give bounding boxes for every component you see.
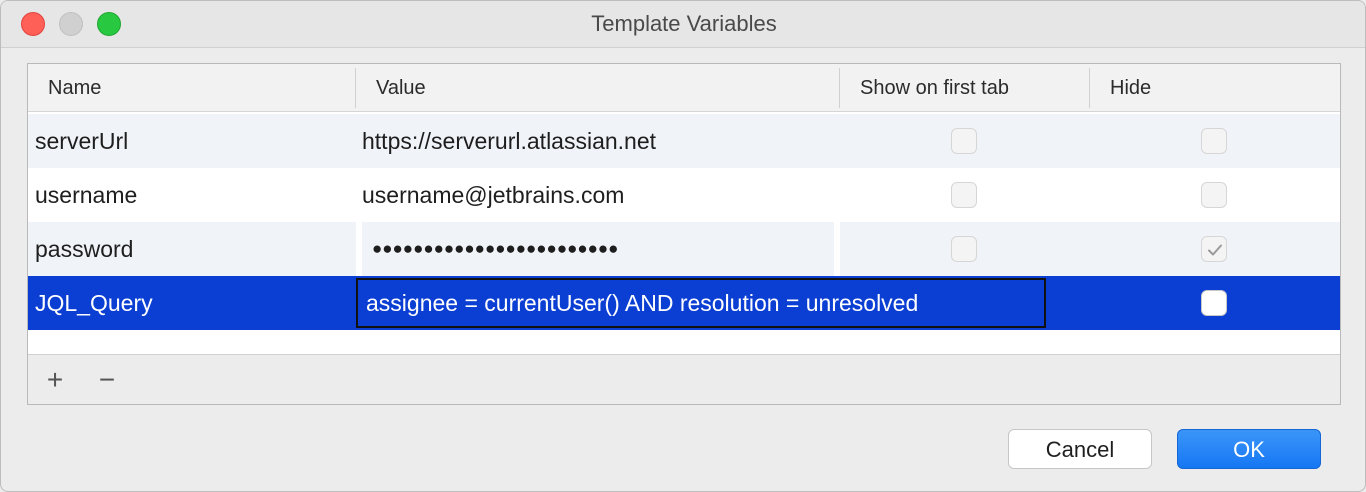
title-bar: Template Variables <box>1 1 1365 48</box>
ok-button[interactable]: OK <box>1177 429 1321 469</box>
variable-name[interactable]: JQL_Query <box>35 276 153 330</box>
variable-name[interactable]: serverUrl <box>35 114 128 168</box>
column-header-show-on-first-tab[interactable]: Show on first tab <box>840 64 1090 112</box>
show-on-first-tab-checkbox[interactable] <box>951 236 977 262</box>
show-on-first-tab-checkbox[interactable] <box>951 128 977 154</box>
template-variables-dialog: Template Variables Name Value Show on fi… <box>0 0 1366 492</box>
remove-icon[interactable]: − <box>90 355 124 405</box>
hide-checkbox[interactable] <box>1201 290 1227 316</box>
table-row-selected[interactable]: JQL_Query assignee = currentUser() AND r… <box>28 276 1340 330</box>
column-header-hide[interactable]: Hide <box>1090 64 1340 112</box>
add-icon[interactable]: + <box>38 355 72 405</box>
column-header-value[interactable]: Value <box>356 64 840 112</box>
variables-table: Name Value Show on first tab Hide server… <box>27 63 1341 405</box>
password-value[interactable]: ●●●●●●●●●●●●●●●●●●●●●●●● <box>372 222 618 276</box>
variable-name[interactable]: password <box>35 222 133 276</box>
table-toolbar: + − <box>28 354 1340 404</box>
checkmark-icon <box>1208 244 1222 256</box>
show-on-first-tab-checkbox[interactable] <box>951 182 977 208</box>
variable-name[interactable]: username <box>35 168 137 222</box>
table-row[interactable]: serverUrl https://serverurl.atlassian.ne… <box>28 114 1340 168</box>
hide-checkbox[interactable] <box>1201 128 1227 154</box>
variable-value[interactable]: username@jetbrains.com <box>362 168 624 222</box>
hide-checkbox[interactable] <box>1201 182 1227 208</box>
row-background <box>840 222 1340 276</box>
hide-checkbox-checked[interactable] <box>1201 236 1227 262</box>
value-cell-editor[interactable]: assignee = currentUser() AND resolution … <box>356 278 1046 328</box>
cancel-button[interactable]: Cancel <box>1008 429 1152 469</box>
dialog-title: Template Variables <box>591 11 777 36</box>
table-row[interactable]: password ●●●●●●●●●●●●●●●●●●●●●●●● <box>28 222 1340 276</box>
variable-value[interactable]: https://serverurl.atlassian.net <box>362 114 656 168</box>
table-header: Name Value Show on first tab Hide <box>28 64 1340 112</box>
column-header-name[interactable]: Name <box>28 64 356 112</box>
table-row[interactable]: username username@jetbrains.com <box>28 168 1340 222</box>
